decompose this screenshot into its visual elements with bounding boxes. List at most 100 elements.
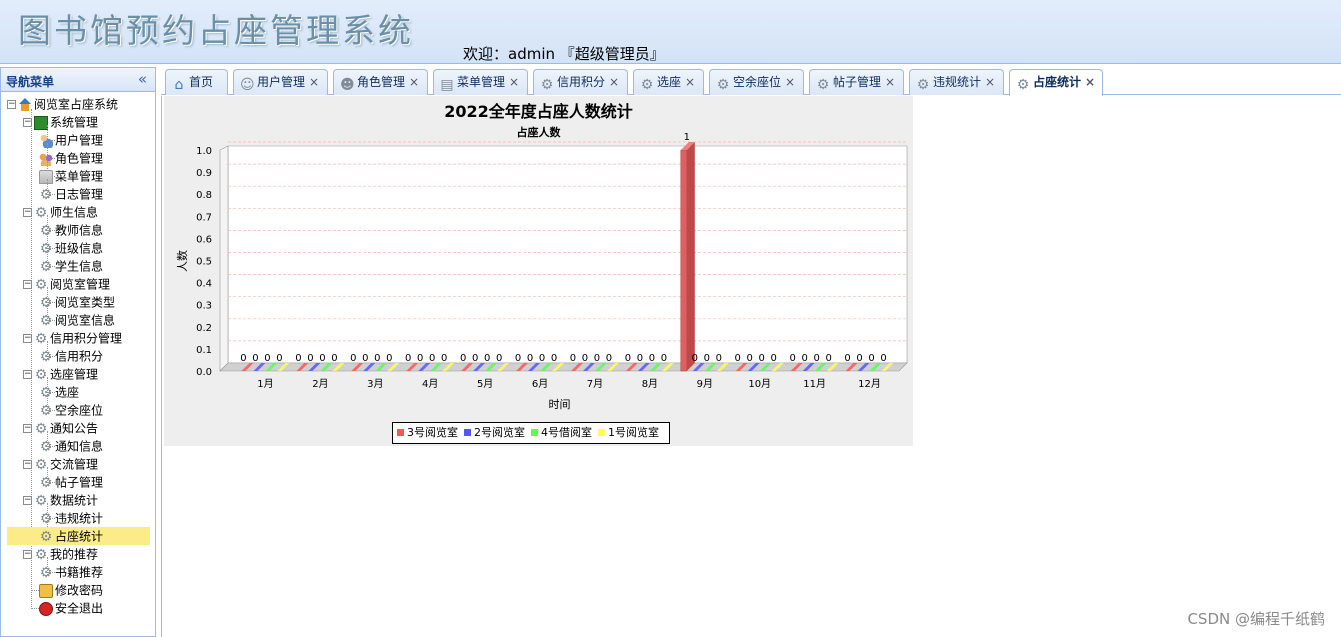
nav-item-label: 菜单管理	[55, 169, 104, 184]
nav-item-26[interactable]: ⚙ 书籍推荐	[7, 563, 150, 581]
nav-item-9[interactable]: ⚙ 学生信息	[7, 257, 150, 275]
nav-item-6[interactable]: − ⚙ 师生信息	[7, 203, 150, 221]
bar	[680, 149, 688, 372]
nav-item-16[interactable]: ⚙ 选座	[7, 383, 150, 401]
close-icon[interactable]: ×	[409, 75, 419, 89]
nav-item-21[interactable]: ⚙ 帖子管理	[7, 473, 150, 491]
nav-panel: 导航菜单 « − 阅览室占座系统 − 系统管理 用户管理 角色管理菜单管理 ⚙ 日志管理 − ⚙ 师…	[0, 67, 156, 637]
data-label: 0	[496, 353, 502, 364]
gear-icon: ⚙	[816, 77, 830, 93]
y-tick-label: 0.3	[196, 301, 212, 312]
expander-icon[interactable]: −	[23, 460, 32, 469]
system-icon	[34, 115, 48, 130]
close-icon[interactable]: ×	[785, 75, 795, 89]
nav-item-label: 选座	[55, 385, 80, 400]
nav-item-7[interactable]: ⚙ 教师信息	[7, 221, 150, 239]
tab-2[interactable]: ☻ 角色管理 ×	[333, 69, 428, 95]
nav-item-23[interactable]: ⚙ 违规统计	[7, 509, 150, 527]
expander-icon[interactable]: −	[7, 100, 16, 109]
nav-item-24[interactable]: ⚙ 占座统计	[7, 527, 150, 545]
expander-icon[interactable]: −	[23, 496, 32, 505]
nav-item-label: 占座统计	[55, 529, 104, 544]
nav-item-label: 教师信息	[55, 223, 104, 238]
data-label: 0	[570, 353, 576, 364]
close-icon[interactable]: ×	[885, 75, 895, 89]
nav-item-label: 选座管理	[50, 367, 99, 382]
data-label: 0	[716, 353, 722, 364]
nav-item-18[interactable]: − ⚙ 通知公告	[7, 419, 150, 437]
expander-icon[interactable]: −	[23, 424, 32, 433]
expander-icon[interactable]: −	[23, 550, 32, 559]
data-label: 0	[637, 353, 643, 364]
close-icon[interactable]: ×	[1085, 75, 1095, 89]
data-label: 0	[880, 353, 886, 364]
nav-item-11[interactable]: ⚙ 阅览室类型	[7, 293, 150, 311]
nav-item-27[interactable]: 修改密码	[7, 581, 150, 599]
nav-item-label: 交流管理	[50, 457, 99, 472]
nav-item-label: 通知公告	[50, 421, 99, 436]
data-label: 0	[417, 353, 423, 364]
tab-label: 选座	[657, 75, 682, 89]
nav-item-8[interactable]: ⚙ 班级信息	[7, 239, 150, 257]
nav-item-13[interactable]: − ⚙ 信用积分管理	[7, 329, 150, 347]
tab-label: 角色管理	[357, 75, 406, 89]
tab-7[interactable]: ⚙ 帖子管理 ×	[809, 69, 904, 95]
y-tick-label: 0.2	[196, 323, 212, 334]
nav-item-22[interactable]: − ⚙ 数据统计	[7, 491, 150, 509]
y-tick-label: 0.5	[196, 257, 212, 268]
tab-6[interactable]: ⚙ 空余座位 ×	[709, 69, 804, 95]
nav-item-25[interactable]: − ⚙ 我的推荐	[7, 545, 150, 563]
close-icon[interactable]: ×	[985, 75, 995, 89]
expander-icon[interactable]: −	[23, 334, 32, 343]
nav-item-12[interactable]: ⚙ 阅览室信息	[7, 311, 150, 329]
legend-swatch	[598, 429, 605, 436]
x-tick-label: 2月	[312, 378, 328, 390]
nav-item-10[interactable]: − ⚙ 阅览室管理	[7, 275, 150, 293]
nav-item-label: 阅览室信息	[55, 313, 116, 328]
expander-icon[interactable]: −	[23, 208, 32, 217]
data-label: 0	[374, 353, 380, 364]
expander-icon[interactable]: −	[23, 370, 32, 379]
nav-item-20[interactable]: − ⚙ 交流管理	[7, 455, 150, 473]
nav-item-label: 帖子管理	[55, 475, 104, 490]
gear-icon: ⚙	[34, 330, 48, 347]
close-icon[interactable]: ×	[509, 75, 519, 89]
nav-item-19[interactable]: ⚙ 通知信息	[7, 437, 150, 455]
expander-icon[interactable]: −	[23, 280, 32, 289]
gear-icon: ⚙	[39, 348, 53, 365]
data-label: 0	[527, 353, 533, 364]
data-label: 0	[441, 353, 447, 364]
tab-5[interactable]: ⚙ 选座 ×	[633, 69, 704, 95]
data-label: 0	[515, 353, 521, 364]
nav-item-label: 修改密码	[55, 583, 104, 598]
legend-swatch	[397, 429, 404, 436]
expander-icon[interactable]: −	[23, 118, 32, 127]
nav-item-4[interactable]: 菜单管理	[7, 167, 150, 185]
bar-chart: 0.00.10.20.30.40.50.60.70.80.91.0人数0 0 0 01…	[176, 132, 908, 411]
tab-0[interactable]: ⌂ 首页	[165, 69, 228, 95]
close-icon[interactable]: ×	[309, 75, 319, 89]
collapse-icon[interactable]: «	[138, 70, 147, 88]
close-icon[interactable]: ×	[685, 75, 695, 89]
role-icon: ☻	[340, 77, 355, 93]
nav-item-0[interactable]: − 阅览室占座系统	[7, 95, 150, 113]
tab-bar: ⌂ 首页 ☺ 用户管理 × ☻ 角色管理 × ▤ 菜单管理 × ⚙ 信用积分 × ⚙ 选座 × ⚙ 空余座位 × ⚙ 帖子…	[161, 66, 1341, 96]
app-title: 图书馆预约占座管理系统	[18, 11, 414, 50]
nav-item-14[interactable]: ⚙ 信用积分	[7, 347, 150, 365]
nav-item-label: 信用积分	[55, 349, 104, 364]
nav-item-5[interactable]: ⚙ 日志管理	[7, 185, 150, 203]
tab-9[interactable]: ⚙ 占座统计 ×	[1009, 69, 1103, 96]
tab-3[interactable]: ▤ 菜单管理 ×	[433, 69, 528, 95]
tab-8[interactable]: ⚙ 违规统计 ×	[909, 69, 1004, 95]
nav-item-17[interactable]: ⚙ 空余座位	[7, 401, 150, 419]
close-icon[interactable]: ×	[609, 75, 619, 89]
nav-item-2[interactable]: 用户管理	[7, 131, 150, 149]
nav-item-1[interactable]: − 系统管理	[7, 113, 150, 131]
nav-item-28[interactable]: 安全退出	[7, 599, 150, 617]
nav-title: 导航菜单	[6, 75, 55, 89]
tab-1[interactable]: ☺ 用户管理 ×	[233, 69, 328, 95]
tab-4[interactable]: ⚙ 信用积分 ×	[533, 69, 628, 95]
nav-item-3[interactable]: 角色管理	[7, 149, 150, 167]
nav-item-15[interactable]: − ⚙ 选座管理	[7, 365, 150, 383]
gear-icon: ⚙	[39, 510, 53, 527]
